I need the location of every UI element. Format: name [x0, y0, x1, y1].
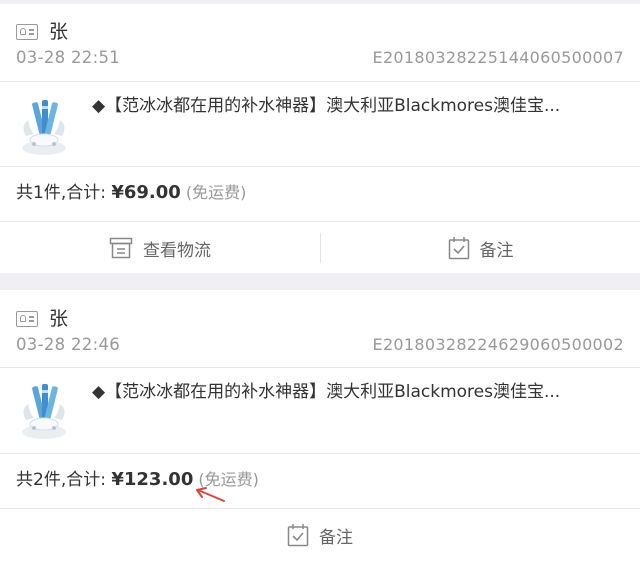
order-total-line: 共1件,合计: ¥69.00 (免运费)	[16, 182, 246, 204]
view-logistics-button[interactable]: 查看物流	[0, 222, 320, 274]
id-card-icon	[16, 24, 38, 40]
calendar-check-icon	[448, 237, 469, 260]
customer-name: 张	[49, 308, 69, 330]
item-count-label: 共2件,合计:	[16, 470, 112, 490]
remark-button[interactable]: 备注	[321, 222, 640, 274]
product-title[interactable]: ◆【范冰冰都在用的补水神器】澳大利亚Blackmores澳佳宝...	[92, 381, 622, 403]
divider	[0, 367, 640, 368]
product-thumbnail[interactable]	[16, 380, 72, 442]
divider	[0, 81, 640, 82]
view-logistics-label: 查看物流	[143, 240, 211, 261]
remark-button[interactable]: 备注	[0, 509, 640, 561]
divider	[0, 453, 640, 454]
shipping-note: (免运费)	[180, 183, 247, 202]
order-datetime: 03-28 22:51	[16, 48, 121, 67]
order-1-customer-row: 张	[0, 20, 640, 48]
order-datetime: 03-28 22:46	[16, 335, 121, 354]
id-card-icon	[16, 311, 38, 327]
order-number[interactable]: E20180328225144060500007	[373, 48, 624, 68]
product-thumbnail[interactable]	[16, 96, 72, 158]
remark-label: 备注	[479, 240, 514, 261]
order-total-price: ¥123.00	[111, 469, 194, 490]
calendar-check-icon	[287, 524, 309, 547]
remark-label: 备注	[319, 527, 353, 548]
annotation-arrow-icon	[196, 487, 225, 502]
product-title[interactable]: ◆【范冰冰都在用的补水神器】澳大利亚Blackmores澳佳宝...	[92, 95, 622, 117]
item-count-label: 共1件,合计:	[16, 183, 112, 203]
order-2-customer-row: 张	[0, 307, 640, 335]
customer-name: 张	[49, 21, 69, 43]
order-number[interactable]: E20180328224629060500002	[373, 335, 624, 355]
divider	[0, 166, 640, 167]
order-total-price: ¥69.00	[111, 182, 181, 203]
logistics-box-icon	[109, 237, 133, 259]
